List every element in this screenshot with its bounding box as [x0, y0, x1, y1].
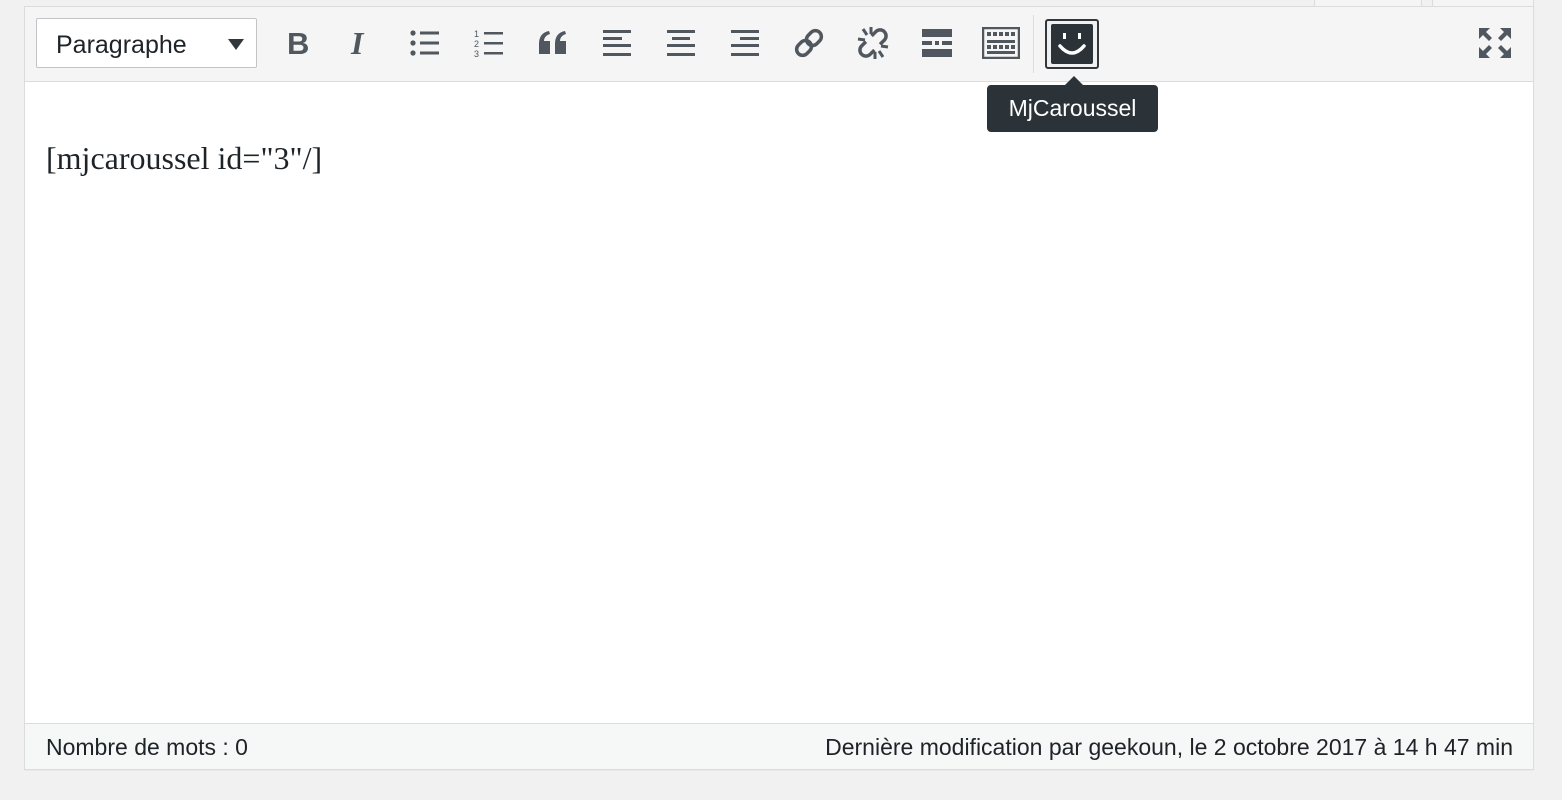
unlink-icon [857, 27, 889, 59]
format-select[interactable]: Paragraphe [36, 18, 257, 68]
editor-statusbar: Nombre de mots : 0 Dernière modification… [25, 723, 1533, 769]
align-right-icon [731, 30, 759, 56]
fullscreen-icon [1479, 28, 1511, 58]
smiley-icon [1051, 24, 1093, 64]
last-edit-info: Dernière modification par geekoun, le 2 … [825, 734, 1513, 760]
toolbar-separator [1033, 15, 1034, 73]
word-count: Nombre de mots : 0 [46, 734, 248, 760]
quote-icon [539, 31, 566, 54]
keyboard-icon [982, 27, 1020, 59]
numbered-list-icon: 1 2 3 [474, 29, 503, 58]
align-center-button[interactable] [659, 21, 703, 65]
editor-toolbar: Paragraphe B I 1 2 3 [25, 7, 1533, 82]
editor: Paragraphe B I 1 2 3 MjCaroussel [mjcaro… [24, 6, 1534, 770]
remove-link-button[interactable] [851, 21, 895, 65]
svg-text:2: 2 [474, 39, 479, 49]
bullet-list-button[interactable] [403, 21, 447, 65]
mjcaroussel-tooltip: MjCaroussel [987, 76, 1158, 132]
format-select-value: Paragraphe [56, 31, 187, 59]
blockquote-button[interactable] [531, 21, 575, 65]
link-icon [794, 28, 824, 58]
svg-text:B: B [287, 28, 309, 58]
read-more-icon [922, 29, 952, 57]
bullet-list-icon [410, 30, 439, 56]
svg-text:1: 1 [474, 29, 479, 39]
numbered-list-button[interactable]: 1 2 3 [467, 21, 511, 65]
toolbar-toggle-button[interactable] [979, 21, 1023, 65]
fullscreen-button[interactable] [1473, 21, 1517, 65]
svg-text:3: 3 [474, 49, 479, 58]
align-center-icon [667, 30, 695, 56]
bold-icon: B [287, 28, 309, 58]
bold-button[interactable]: B [275, 21, 319, 65]
align-right-button[interactable] [723, 21, 767, 65]
shortcode-text: [mjcaroussel id="3"/] [46, 140, 323, 176]
chevron-down-icon [228, 39, 244, 50]
italic-icon: I [350, 28, 365, 58]
mjcaroussel-button[interactable] [1045, 19, 1099, 69]
editor-content[interactable]: [mjcaroussel id="3"/] [25, 82, 1533, 723]
svg-text:I: I [350, 28, 365, 58]
insert-link-button[interactable] [787, 21, 831, 65]
italic-button[interactable]: I [339, 21, 383, 65]
align-left-button[interactable] [595, 21, 639, 65]
read-more-button[interactable] [915, 21, 959, 65]
align-left-icon [603, 30, 631, 56]
